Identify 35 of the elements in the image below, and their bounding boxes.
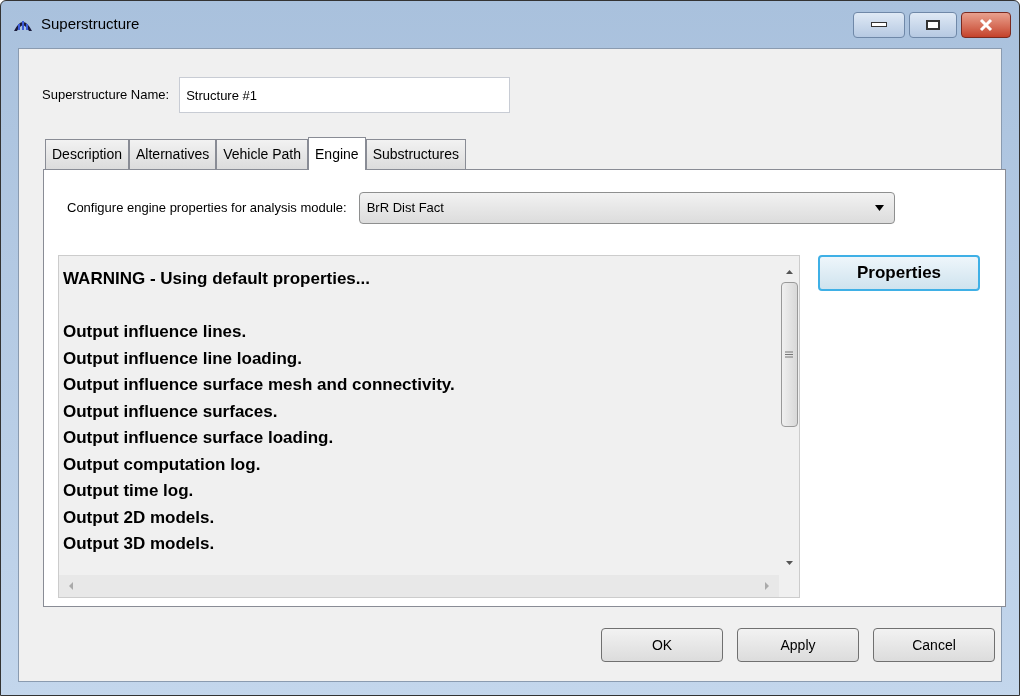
log-line: Output influence surfaces. [63, 400, 278, 423]
maximize-icon [926, 19, 940, 30]
log-line: Output time log. [63, 480, 194, 502]
log-line: Output influence lines. [63, 321, 247, 343]
tab[interactable]: Description [45, 139, 130, 169]
dialog-button[interactable]: Cancel [873, 628, 995, 662]
field-label: Superstructure Name: [42, 86, 170, 105]
window-title: Superstructure [41, 14, 140, 35]
field-label: Configure engine properties for analysis module: [67, 199, 347, 218]
log-line: Output 3D models. [63, 533, 215, 555]
dialog-button[interactable]: OK [601, 628, 723, 662]
properties-button[interactable]: Properties [818, 255, 980, 291]
scroll-up-icon[interactable] [785, 270, 793, 274]
scroll-down-icon[interactable] [785, 561, 793, 565]
log-line: Output influence surface mesh and connectivity. [63, 374, 455, 396]
caret-icon [874, 205, 884, 211]
warning-text: WARNING - Using default properties... [63, 268, 370, 290]
log-line: Output influence surface loading. [63, 427, 334, 449]
minimize-icon [871, 22, 887, 27]
dialog-button[interactable]: Apply [737, 628, 859, 662]
tab[interactable]: Substructures [365, 139, 466, 169]
log-line: Output computation log. [63, 453, 261, 476]
log-line: Output influence line loading. [63, 347, 302, 370]
log-line: Output 2D models. [63, 506, 215, 529]
module-dropdown[interactable]: BrR Dist Fact [358, 192, 895, 224]
scrollbar-thumb[interactable] [780, 282, 798, 427]
minimize-button[interactable] [853, 11, 905, 38]
tab[interactable]: Alternatives [129, 139, 217, 169]
close-button[interactable] [961, 11, 1011, 38]
tab[interactable]: Engine [308, 137, 366, 170]
close-icon [978, 17, 994, 32]
maximize-button[interactable] [909, 11, 957, 38]
tab[interactable]: Vehicle Path [216, 139, 309, 169]
name-field[interactable]: Structure #1 [179, 77, 511, 113]
grip-icon [785, 351, 793, 358]
